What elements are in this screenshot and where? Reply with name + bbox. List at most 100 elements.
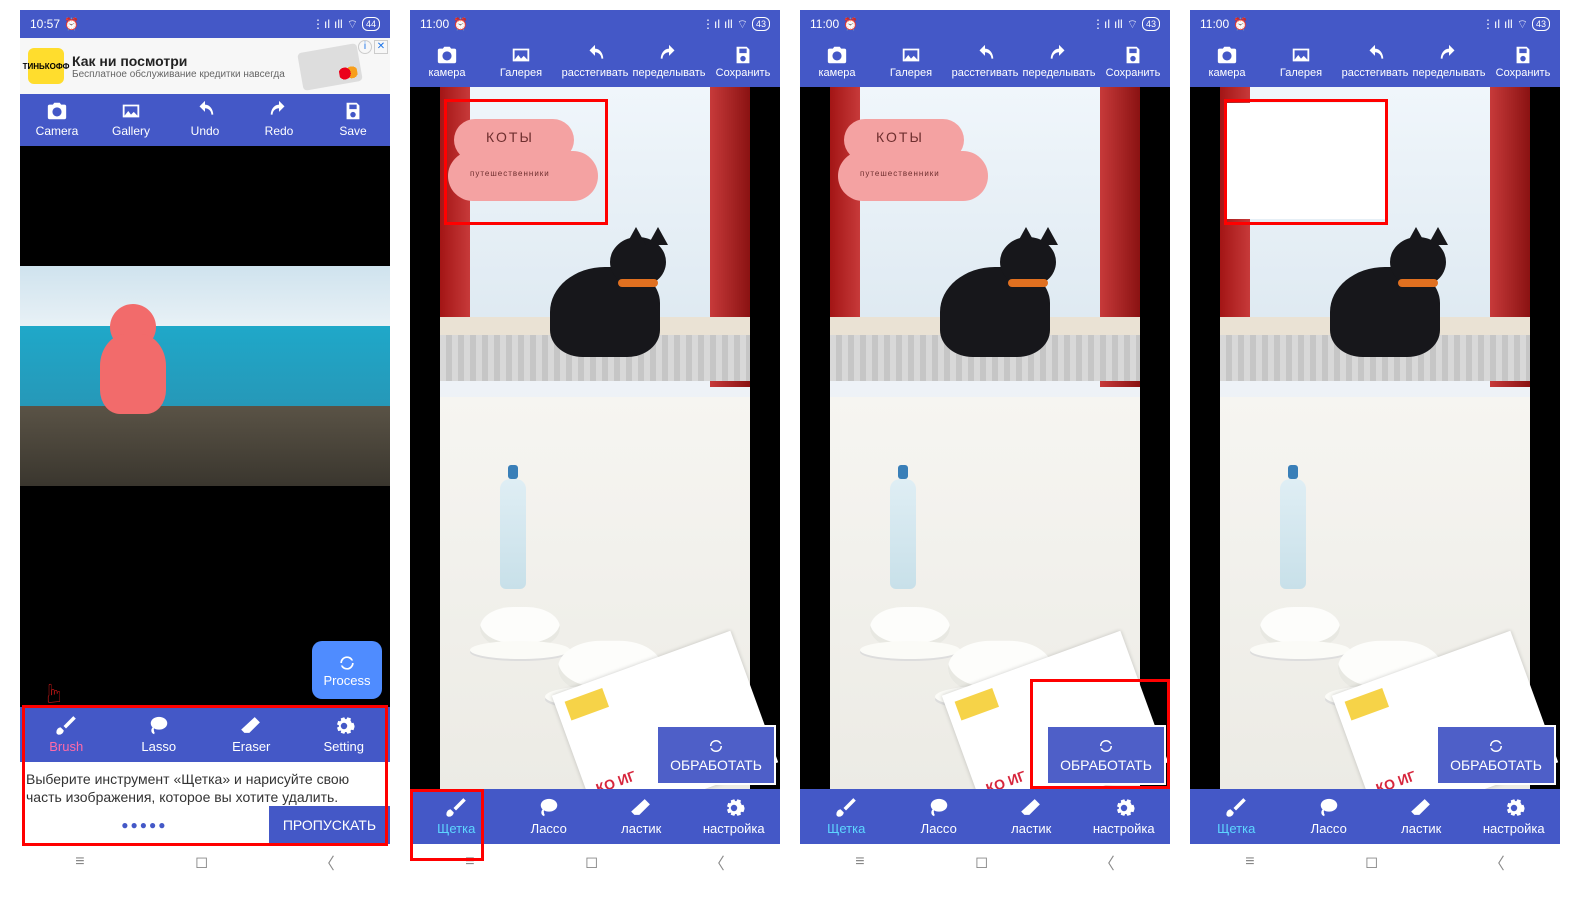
process-button[interactable]: ОБРАБОТАТЬ <box>1046 725 1166 785</box>
camera-button[interactable]: камера <box>1190 38 1264 87</box>
undo-button[interactable]: Undo <box>168 94 242 146</box>
brush-tool[interactable]: Щетка <box>410 789 503 844</box>
system-nav: ≡ ◻ 〈 <box>1190 844 1560 880</box>
eraser-tool[interactable]: Eraser <box>205 707 298 762</box>
nav-back-icon[interactable]: 〈 <box>1489 850 1505 874</box>
bottom-toolbar: Щетка Лассо ластик настройка <box>800 789 1170 844</box>
brush-tool[interactable]: Щетка <box>1190 789 1283 844</box>
camera-button[interactable]: камера <box>800 38 874 87</box>
redo-icon <box>268 100 290 122</box>
nav-back-icon[interactable]: 〈 <box>319 850 335 874</box>
gallery-button[interactable]: Галерея <box>484 38 558 87</box>
process-button[interactable]: ОБРАБОТАТЬ <box>1436 725 1556 785</box>
eraser-tool[interactable]: ластик <box>1375 789 1468 844</box>
process-button[interactable]: ОБРАБОТАТЬ <box>656 725 776 785</box>
brush-icon <box>445 797 467 819</box>
nav-home-icon[interactable]: ◻ <box>195 852 208 872</box>
save-button[interactable]: Сохранить <box>1486 38 1560 87</box>
image-icon <box>120 100 142 122</box>
signal-icon: ⋮ıl <box>312 17 330 31</box>
nav-home-icon[interactable]: ◻ <box>975 852 988 872</box>
lasso-tool[interactable]: Лассо <box>1283 789 1376 844</box>
alarm-icon: ⏰ <box>64 17 79 31</box>
battery-icon: 43 <box>1532 17 1550 31</box>
system-nav: ≡ ◻ 〈 <box>410 844 780 880</box>
cat-photo: КО ИГ КОТЫ путешественники <box>440 87 750 789</box>
save-button[interactable]: Сохранить <box>1096 38 1170 87</box>
skip-button[interactable]: ПРОПУСКАТЬ <box>269 806 390 844</box>
redo-button[interactable]: Redo <box>242 94 316 146</box>
settings-tool[interactable]: настройка <box>1468 789 1561 844</box>
image-icon <box>900 44 922 66</box>
signal-icon: ıll <box>1114 17 1123 31</box>
cat-photo: КО ИГ <box>1220 87 1530 789</box>
nav-back-icon[interactable]: 〈 <box>1099 850 1115 874</box>
lasso-tool[interactable]: Лассо <box>893 789 986 844</box>
settings-tool[interactable]: настройка <box>688 789 781 844</box>
nav-recent-icon[interactable]: ≡ <box>1245 853 1254 871</box>
brush-tool[interactable]: Щетка <box>800 789 893 844</box>
nav-recent-icon[interactable]: ≡ <box>855 853 864 871</box>
camera-icon <box>46 100 68 122</box>
refresh-icon <box>1097 737 1115 755</box>
nav-recent-icon[interactable]: ≡ <box>465 853 474 871</box>
image-icon <box>510 44 532 66</box>
eraser-icon <box>240 715 262 737</box>
redo-icon <box>658 44 680 66</box>
lasso-tool[interactable]: Лассо <box>503 789 596 844</box>
refresh-icon <box>337 653 357 673</box>
page-dots[interactable]: ●●●●● <box>20 818 269 832</box>
redo-button[interactable]: переделывать <box>1412 38 1486 87</box>
system-nav: ≡ ◻ 〈 <box>20 844 390 880</box>
ad-title: Как ни посмотри <box>72 53 285 69</box>
save-icon <box>1122 44 1144 66</box>
gallery-button[interactable]: Галерея <box>1264 38 1338 87</box>
editor-canvas[interactable]: КО ИГ КОТЫ путешественники ОБРАБОТАТЬ <box>410 87 780 789</box>
camera-button[interactable]: Camera <box>20 94 94 146</box>
screen-3: 11:00⏰ ⋮ılıll⌔43 камера Галерея расстеги… <box>800 10 1170 880</box>
undo-button[interactable]: расстегивать <box>948 38 1022 87</box>
nav-recent-icon[interactable]: ≡ <box>75 853 84 871</box>
signal-icon: ⋮ıl <box>1482 17 1500 31</box>
watermark-masked: КОТЫ путешественники <box>448 111 598 211</box>
camera-icon <box>1216 44 1238 66</box>
brush-tool[interactable]: Brush <box>20 707 113 762</box>
nav-home-icon[interactable]: ◻ <box>1365 852 1378 872</box>
gear-icon <box>723 797 745 819</box>
ad-close-icon[interactable]: ✕ <box>374 40 388 54</box>
redo-button[interactable]: переделывать <box>632 38 706 87</box>
eraser-icon <box>1020 797 1042 819</box>
nav-home-icon[interactable]: ◻ <box>585 852 598 872</box>
status-time: 10:57 <box>30 17 60 31</box>
ad-info-icon[interactable]: i <box>358 40 372 54</box>
settings-tool[interactable]: настройка <box>1078 789 1171 844</box>
ad-banner[interactable]: ТИНЬКОФФ Как ни посмотри Бесплатное обсл… <box>20 38 390 94</box>
nav-back-icon[interactable]: 〈 <box>709 850 725 874</box>
settings-tool[interactable]: Setting <box>298 707 391 762</box>
gallery-button[interactable]: Gallery <box>94 94 168 146</box>
alarm-icon: ⏰ <box>843 17 858 31</box>
alarm-icon: ⏰ <box>1233 17 1248 31</box>
editor-canvas[interactable]: Process <box>20 146 390 707</box>
top-toolbar: камера Галерея расстегивать переделывать… <box>1190 38 1560 87</box>
lasso-icon <box>148 715 170 737</box>
camera-button[interactable]: камера <box>410 38 484 87</box>
undo-icon <box>1364 44 1386 66</box>
signal-icon: ⋮ıl <box>1092 17 1110 31</box>
eraser-tool[interactable]: ластик <box>985 789 1078 844</box>
process-button[interactable]: Process <box>312 641 382 699</box>
redo-button[interactable]: переделывать <box>1022 38 1096 87</box>
undo-button[interactable]: расстегивать <box>1338 38 1412 87</box>
signal-icon: ıll <box>724 17 733 31</box>
gallery-button[interactable]: Галерея <box>874 38 948 87</box>
refresh-icon <box>1487 737 1505 755</box>
editor-canvas[interactable]: КО ИГ ОБРАБОТАТЬ <box>1190 87 1560 789</box>
eraser-tool[interactable]: ластик <box>595 789 688 844</box>
save-button[interactable]: Сохранить <box>706 38 780 87</box>
eraser-icon <box>630 797 652 819</box>
save-button[interactable]: Save <box>316 94 390 146</box>
lasso-tool[interactable]: Lasso <box>113 707 206 762</box>
editor-canvas[interactable]: КО ИГ КОТЫ путешественники ОБРАБОТАТЬ <box>800 87 1170 789</box>
top-toolbar: камера Галерея расстегивать переделывать… <box>410 38 780 87</box>
undo-button[interactable]: расстегивать <box>558 38 632 87</box>
